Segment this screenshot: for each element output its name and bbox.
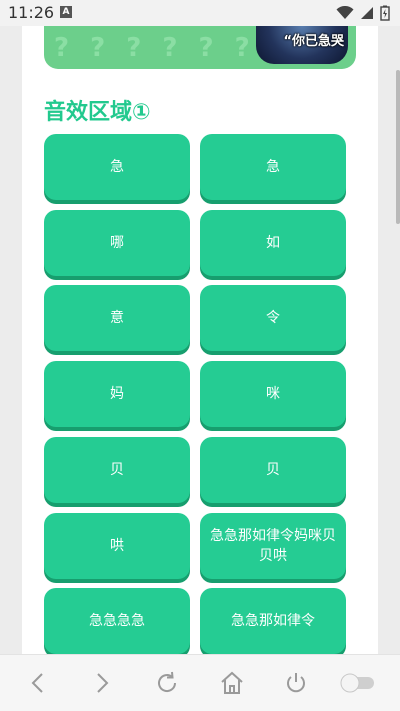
- sound-button[interactable]: 哪: [44, 210, 190, 276]
- sound-button[interactable]: 急: [44, 134, 190, 200]
- bottom-nav-bar: [0, 654, 400, 711]
- sound-button[interactable]: 贝: [200, 437, 346, 503]
- notification-icon: A: [60, 6, 72, 18]
- sound-button-label: 急急那如律令: [231, 613, 315, 629]
- sound-button[interactable]: 咪: [200, 361, 346, 427]
- page-content: ? ? ? ? ? ? ? “你已急哭 音效区域① 急 急 哪 如 意 令 妈 …: [22, 26, 378, 654]
- sound-button[interactable]: 急急那如律令: [200, 588, 346, 654]
- forward-icon[interactable]: [88, 669, 116, 697]
- sound-button-label: 急急急急: [89, 613, 145, 629]
- section-title: 音效区域①: [44, 100, 151, 125]
- status-time: 11:26: [8, 3, 55, 22]
- back-icon[interactable]: [24, 669, 52, 697]
- battery-icon: [380, 5, 390, 21]
- status-icons: [336, 5, 390, 21]
- sound-button-label: 如: [266, 235, 280, 251]
- scrollbar[interactable]: [396, 70, 400, 224]
- status-bar: 11:26 A: [0, 0, 400, 26]
- reload-icon[interactable]: [153, 669, 181, 697]
- signal-icon: [361, 7, 373, 19]
- sound-button-label: 意: [110, 310, 124, 326]
- banner-caption: “你已急哭: [283, 34, 344, 49]
- sound-button-label: 急: [110, 159, 124, 175]
- sound-button-label: 急: [266, 159, 280, 175]
- sound-button[interactable]: 贝: [44, 437, 190, 503]
- sound-button[interactable]: 如: [200, 210, 346, 276]
- home-icon[interactable]: [218, 669, 246, 697]
- sound-button[interactable]: 急急急急: [44, 588, 190, 654]
- sound-button-label: 妈: [110, 386, 124, 402]
- sound-button[interactable]: 意: [44, 285, 190, 351]
- sound-button[interactable]: 哄: [44, 513, 190, 579]
- sound-button-label: 贝: [110, 462, 124, 478]
- banner: ? ? ? ? ? ? ? “你已急哭: [44, 26, 356, 69]
- power-icon[interactable]: [282, 669, 310, 697]
- sound-button[interactable]: 急急那如律令妈咪贝贝哄: [200, 513, 346, 579]
- sound-button-label: 哪: [110, 235, 124, 251]
- sound-button-label: 急急那如律令妈咪贝贝哄: [210, 528, 336, 564]
- sound-button[interactable]: 妈: [44, 361, 190, 427]
- sound-button-label: 哄: [110, 538, 124, 554]
- sound-button[interactable]: 急: [200, 134, 346, 200]
- toggle-switch[interactable]: [338, 669, 378, 697]
- wifi-icon: [336, 6, 354, 19]
- sound-button-label: 咪: [266, 386, 280, 402]
- sound-button[interactable]: 令: [200, 285, 346, 351]
- sound-button-label: 令: [266, 310, 280, 326]
- sound-button-label: 贝: [266, 462, 280, 478]
